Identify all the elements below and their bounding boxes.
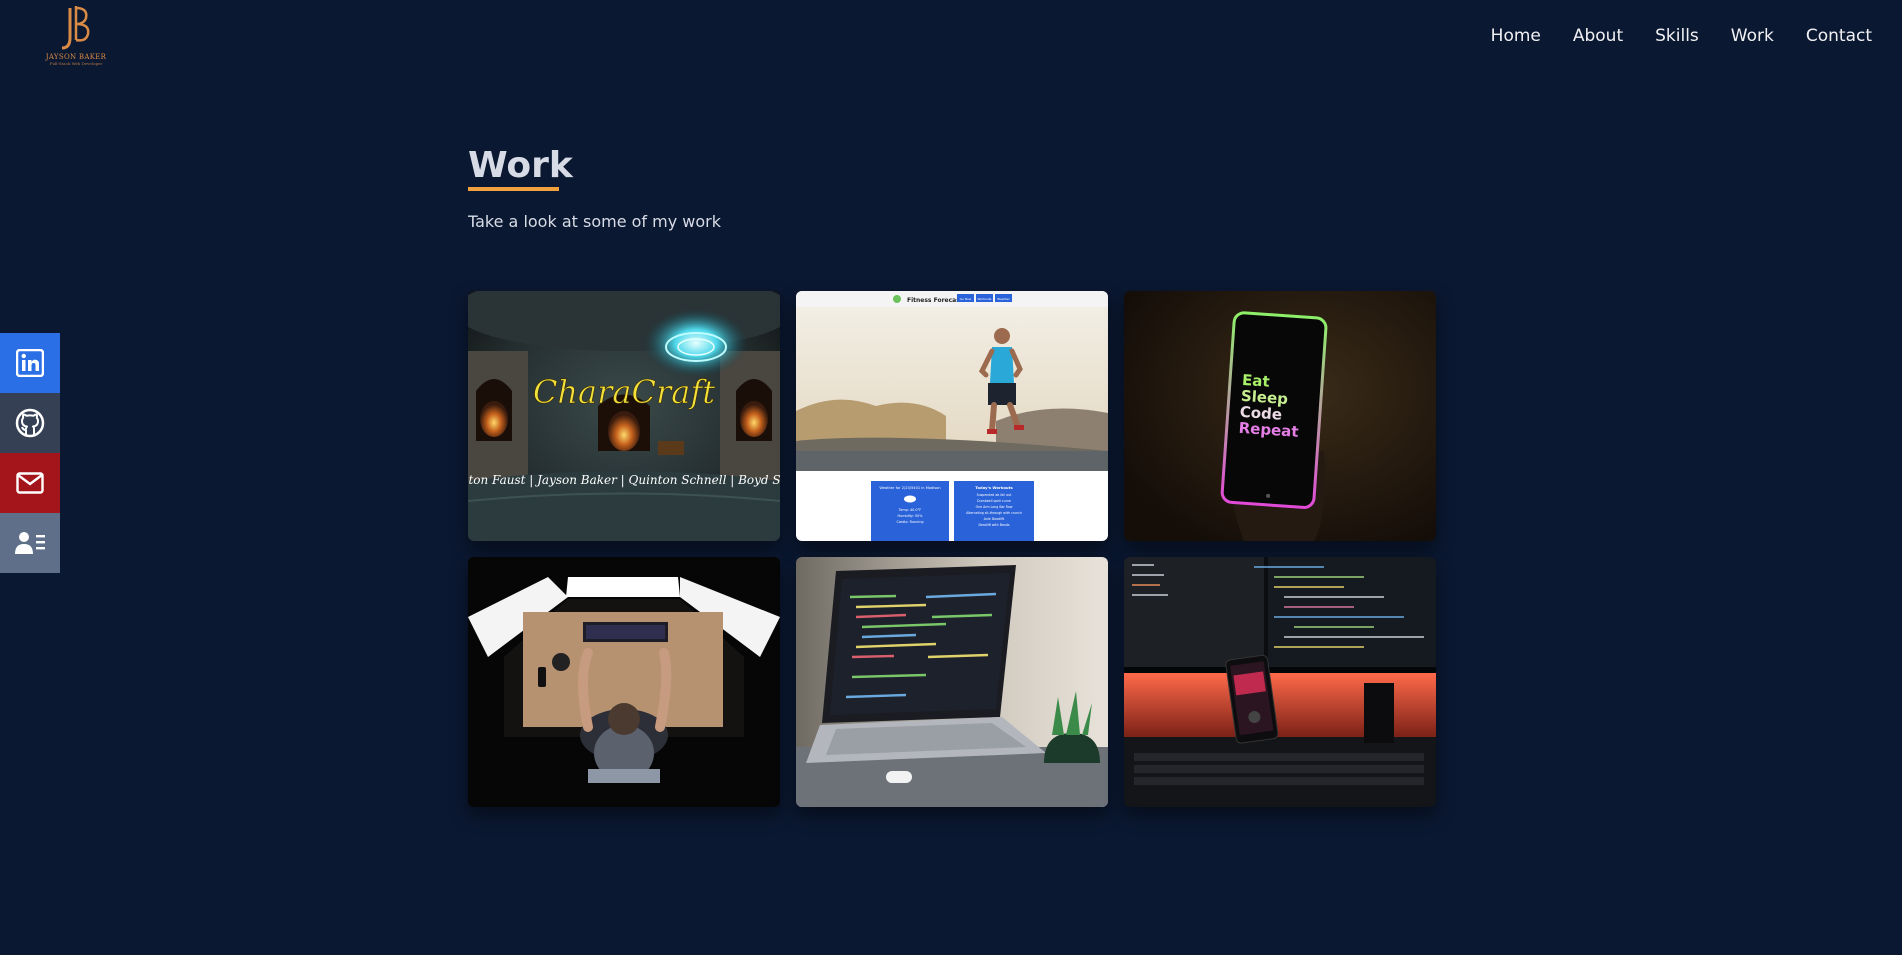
project-card-monitors[interactable]	[1124, 557, 1436, 807]
characraft-screenshot: CharaCraft Preston Faust | Jayson Baker …	[468, 291, 780, 541]
nav-skills-link[interactable]: Skills	[1655, 26, 1699, 46]
logo-tagline: Full-Stack Web Developer	[49, 61, 103, 66]
fitness-header-text: Fitness Forecast	[907, 297, 963, 304]
phone-neon-image: Eat Sleep Code Repeat	[1124, 291, 1436, 541]
envelope-icon	[16, 472, 44, 494]
fitness-workout-6: Deadlift with Bands	[978, 523, 1009, 527]
work-grid: CharaCraft Preston Faust | Jayson Baker …	[468, 291, 1436, 807]
site-logo[interactable]: JAYSON BAKER Full-Stack Web Developer	[44, 4, 108, 72]
fitness-workout-1: Suspended ab fall out	[977, 493, 1013, 497]
fitness-forecast-screenshot: Fitness Forecast Go Now Workouts Weather…	[796, 291, 1108, 541]
monitors-code-image	[1124, 557, 1436, 807]
jb-monogram-icon	[61, 6, 90, 50]
section-subtitle: Take a look at some of my work	[468, 212, 721, 231]
fitness-workout-4: Alternating sit-through with crunch	[966, 511, 1022, 515]
fitness-workout-2: Dumbbell spell curve	[977, 499, 1011, 503]
fitness-weather-line-3: Cardio: Running	[896, 520, 923, 524]
characraft-logo-text: CharaCraft	[533, 373, 715, 411]
cloud-icon	[904, 495, 916, 503]
project-card-laptop-code[interactable]	[796, 557, 1108, 807]
fitness-weather-line-1: Temp: 40.0°F	[898, 508, 921, 512]
fitness-workouts-title: Today's Workouts	[975, 485, 1013, 490]
nav-home-link[interactable]: Home	[1491, 26, 1541, 46]
contact-card-icon	[15, 532, 45, 554]
email-button[interactable]	[0, 453, 60, 513]
nav-contact-link[interactable]: Contact	[1806, 26, 1872, 46]
project-card-fitness-forecast[interactable]: Fitness Forecast Go Now Workouts Weather…	[796, 291, 1108, 541]
fitness-weather-title: Weather for 2/23/5401 in Madison	[879, 486, 940, 490]
project-card-desk-setup[interactable]	[468, 557, 780, 807]
fitness-weather-line-2: Humidity: 50%	[898, 514, 924, 518]
fitness-workout-5: Axle Deadlift	[984, 517, 1005, 521]
logo-name: JAYSON BAKER	[45, 53, 107, 61]
project-card-eat-sleep-code[interactable]: Eat Sleep Code Repeat	[1124, 291, 1436, 541]
main-nav: Home About Skills Work Contact	[1491, 26, 1872, 46]
leaf-icon	[893, 295, 901, 303]
fitness-nav-btn-1: Go Now	[960, 297, 972, 301]
fitness-workout-3: One Arm Long Bar Row	[976, 505, 1013, 509]
project-card-characraft[interactable]: CharaCraft Preston Faust | Jayson Baker …	[468, 291, 780, 541]
github-icon	[15, 408, 45, 438]
nav-about-link[interactable]: About	[1573, 26, 1623, 46]
title-underline	[468, 187, 559, 191]
linkedin-icon	[16, 349, 44, 377]
desk-overhead-image	[468, 557, 780, 807]
characraft-credits-text: Preston Faust | Jayson Baker | Quinton S…	[468, 473, 780, 487]
section-title: Work	[468, 145, 573, 186]
nav-work-link[interactable]: Work	[1731, 26, 1774, 46]
laptop-code-image	[796, 557, 1108, 807]
github-button[interactable]	[0, 393, 60, 453]
resume-button[interactable]	[0, 513, 60, 573]
fitness-nav-btn-2: Workouts	[978, 297, 992, 301]
fitness-nav-btn-3: Weather	[997, 297, 1010, 301]
social-sidebar	[0, 333, 60, 573]
linkedin-button[interactable]	[0, 333, 60, 393]
